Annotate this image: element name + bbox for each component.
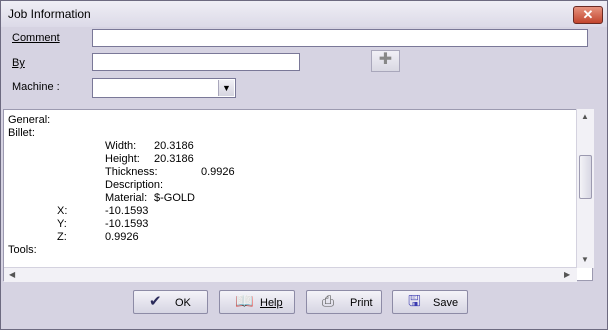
comment-label: Comment [12,32,60,44]
check-icon: ✔ [149,293,162,310]
close-button[interactable]: ✕ [573,6,603,24]
comment-input[interactable] [92,29,588,47]
description-label: Description: [105,179,164,191]
machine-label: Machine : [12,81,60,93]
machine-select[interactable]: ▼ [92,78,236,98]
ok-label: OK [175,297,191,309]
x-label: X: [57,205,68,217]
width-value: 20.3186 [154,140,194,152]
printer-icon: ⎙ [322,293,335,310]
scroll-left-icon[interactable]: ◀ [9,270,15,279]
job-information-window: Job Information ✕ Comment By ✚ Machine :… [0,0,608,330]
material-value: $-GOLD [154,192,195,204]
material-label: Material: [105,192,148,204]
plus-icon: ✚ [378,51,393,68]
z-value: 0.9926 [105,231,139,243]
thickness-value: 0.9926 [201,166,235,178]
z-label: Z: [57,231,67,243]
scroll-up-icon[interactable]: ▲ [581,112,589,121]
thickness-label: Thickness: [105,166,158,178]
help-label: Help [260,297,283,309]
chevron-down-icon[interactable]: ▼ [218,80,234,96]
ok-button[interactable]: ✔ OK [133,290,208,314]
title-bar: Job Information ✕ [1,1,607,27]
vertical-scroll-thumb[interactable] [579,155,592,199]
scroll-down-icon[interactable]: ▼ [581,255,589,264]
billet-heading: Billet: [8,127,35,139]
by-input[interactable] [92,53,300,71]
horizontal-scrollbar[interactable]: ◀ ▶ [4,267,577,282]
vertical-scrollbar[interactable]: ▲ ▼ [576,109,594,268]
general-heading: General: [8,114,51,126]
window-title: Job Information [8,7,91,21]
print-button[interactable]: ⎙ Print [306,290,382,314]
add-button[interactable]: ✚ [371,50,400,72]
floppy-disk-icon: 🖫 [408,293,421,310]
height-value: 20.3186 [154,153,194,165]
scroll-right-icon[interactable]: ▶ [564,270,570,279]
tools-heading: Tools: [8,244,37,256]
width-label: Width: [105,140,137,152]
save-label: Save [433,297,459,309]
close-icon: ✕ [582,7,594,22]
button-bar [1,283,607,329]
y-label: Y: [57,218,67,230]
report-panel[interactable]: General: Billet: Width: 20.3186 Height: … [3,109,593,281]
job-form: Comment By ✚ Machine : ▼ [1,27,607,105]
y-value: -10.1593 [105,218,149,230]
help-book-icon: 📖 [235,293,254,310]
height-label: Height: [105,153,140,165]
by-label: By [12,57,25,69]
save-button[interactable]: 🖫 Save [392,290,468,314]
x-value: -10.1593 [105,205,149,217]
help-button[interactable]: 📖 Help [219,290,295,314]
print-label: Print [350,297,373,309]
